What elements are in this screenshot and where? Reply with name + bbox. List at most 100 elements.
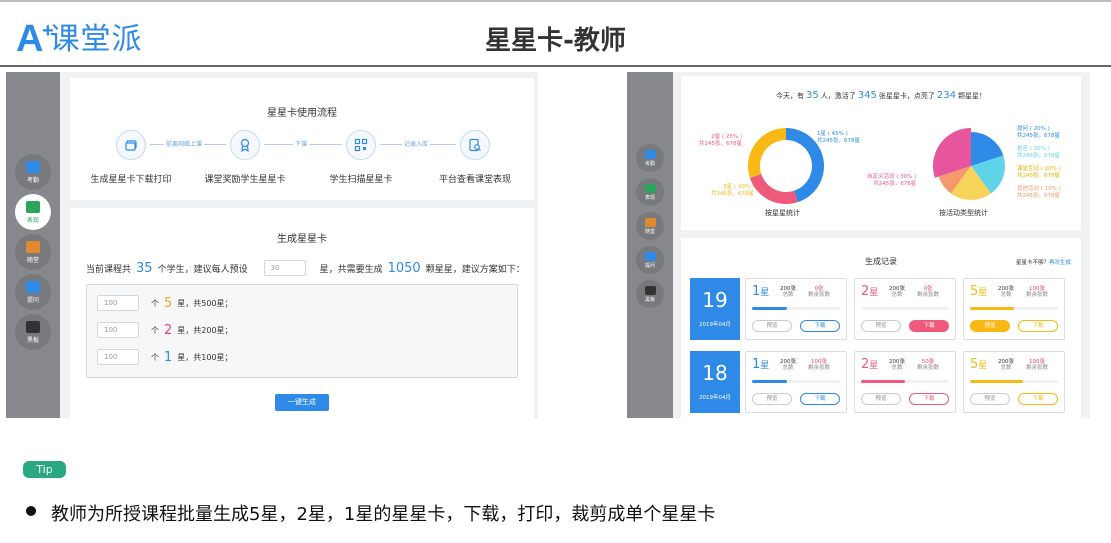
generate-title: 生成星星卡 xyxy=(277,234,327,245)
preview-button[interactable]: 预览 xyxy=(861,320,901,332)
flow-connector-label: 前离网络上课 xyxy=(164,139,205,148)
preview-button[interactable]: 预览 xyxy=(970,393,1010,405)
generate-card: 生成星星卡 当前课程共 35 个学生，建议每人预设 30 星，共需要生成 105… xyxy=(70,208,534,418)
download-button[interactable]: 下载 xyxy=(909,320,949,332)
stats-card: 今天，有 35 人，激活了 345 张星星卡，点亮了 234 颗星星！ 1星 ( 45% )… xyxy=(681,76,1081,230)
activity-chart-title: 按活动类型统计 xyxy=(939,209,988,217)
flow-connector-label: 记录入库 xyxy=(402,139,431,148)
star-level: 2 xyxy=(164,322,173,338)
star-level: 1星 xyxy=(752,284,770,299)
regenerate-link[interactable]: 再次生成 xyxy=(1049,260,1071,266)
tip-badge: Tip xyxy=(23,461,66,478)
plan-row: 100 个 5 星，共500星； xyxy=(97,295,233,311)
flow-step-label: 学生扫描星星卡 xyxy=(329,175,393,185)
pie-label-name: 2星 ( 25% ) xyxy=(711,134,742,140)
donut-hole xyxy=(760,140,812,192)
sidebar-item-question[interactable]: 提问 xyxy=(636,246,664,274)
sidebar-item-check[interactable]: 考勤 xyxy=(636,144,664,172)
preview-button[interactable]: 预览 xyxy=(970,320,1010,332)
star-level: 5星 xyxy=(970,357,988,372)
flow-step-label: 课堂奖励学生星星卡 xyxy=(204,175,286,185)
total-stars: 1050 xyxy=(387,260,421,276)
record-date: 18 2019年04月 xyxy=(690,351,740,413)
sidebar-item-question[interactable]: 提问 xyxy=(15,274,51,310)
pie-label: 1星 ( 45% ) 共245张，678星 xyxy=(817,131,860,145)
board-icon xyxy=(26,320,40,333)
per-student-stars-input[interactable]: 30 xyxy=(263,260,306,276)
card-count-input[interactable]: 100 xyxy=(97,295,139,311)
preview-button[interactable]: 预览 xyxy=(861,393,901,405)
stats-summary: 今天，有 35 人，激活了 345 张星星卡，点亮了 234 颗星星！ xyxy=(776,90,986,101)
right-screenshot: 考勤表现随堂提问黑板 今天，有 35 人，激活了 345 张星星卡，点亮了 234 颗星星！… xyxy=(627,72,1090,418)
page-title: 星星卡-教师 xyxy=(485,26,626,56)
question-icon xyxy=(26,280,40,293)
download-button[interactable]: 下载 xyxy=(909,393,949,405)
usage-progress xyxy=(861,380,949,383)
total-stat: 200张 总数 xyxy=(889,286,905,298)
download-button[interactable]: 下载 xyxy=(800,393,840,405)
plan-box: 100 个 5 星，共500星； 100 个 2 星，共200星； 100 个 1 星，共1… xyxy=(86,284,518,378)
report-search-icon xyxy=(460,130,490,160)
flow-step-label: 平台查看课堂表现 xyxy=(438,175,511,185)
pie-label-detail: 共245张，678星 xyxy=(1017,173,1060,179)
trophy-icon xyxy=(26,200,40,213)
sidebar-item-board[interactable]: 黑板 xyxy=(636,280,664,308)
preview-button[interactable]: 预览 xyxy=(752,320,792,332)
download-button[interactable]: 下载 xyxy=(1018,320,1058,332)
flow-step-label: 生成星星卡下载打印 xyxy=(90,175,172,185)
sidebar-item-board[interactable]: 黑板 xyxy=(15,314,51,350)
sidebar-item-label: 提问 xyxy=(26,296,39,304)
flow-title: 星星卡使用流程 xyxy=(267,108,337,119)
student-count: 35 xyxy=(136,260,153,276)
pie-label-name: 其他活动 ( 10% ) xyxy=(1017,186,1061,192)
trophy-icon xyxy=(644,183,656,193)
pie-label-detail: 共245张，678星 xyxy=(1017,193,1060,199)
sidebar-item-trophy[interactable]: 表现 xyxy=(15,194,51,230)
preview-button[interactable]: 预览 xyxy=(752,393,792,405)
pie-label-detail: 共245张，678星 xyxy=(1017,133,1060,139)
check-icon xyxy=(644,149,656,159)
sidebar-item-cake[interactable]: 随堂 xyxy=(636,212,664,240)
top-rule xyxy=(0,0,1111,2)
record-month: 2019年04月 xyxy=(699,322,731,328)
sidebar-item-label: 表现 xyxy=(644,194,655,201)
header-divider xyxy=(0,65,1111,67)
card-count-input[interactable]: 100 xyxy=(97,349,139,365)
total-stat: 200张 总数 xyxy=(998,359,1014,371)
sidebar-item-check[interactable]: 考勤 xyxy=(15,154,51,190)
flow-card: 星星卡使用流程 前离网络上课 下课 记录入库 生成星星卡下载打印 课堂奖励学生星… xyxy=(70,78,534,200)
award-icon xyxy=(230,130,260,160)
pie-label-detail: 共245张，678星 xyxy=(817,138,860,144)
sidebar-item-label: 黑板 xyxy=(26,336,39,344)
pie-label: 其他活动 ( 10% ) 共245张，678星 xyxy=(1017,186,1061,200)
regenerate-hint: 星星卡不够？再次生成 xyxy=(1015,260,1071,266)
generate-summary: 当前课程共 35 个学生，建议每人预设 30 星，共需要生成 1050 颗星星，… xyxy=(86,260,525,276)
record-day: 19 xyxy=(702,288,728,312)
bullet-dot xyxy=(26,506,36,516)
flow-connector-label: 下课 xyxy=(293,139,310,148)
star-level: 2星 xyxy=(861,357,879,372)
records-card: 生成记录 星星卡不够？再次生成 19 2019年04月 1星 200张 总数 0张 剩余张数… xyxy=(681,238,1081,418)
sidebar-item-label: 随堂 xyxy=(644,228,655,235)
star-level: 1星 xyxy=(752,357,770,372)
sidebar-item-label: 黑板 xyxy=(644,296,655,303)
download-button[interactable]: 下载 xyxy=(800,320,840,332)
sidebar-item-label: 考勤 xyxy=(644,160,655,167)
pie-label-name: 5星 ( 30% ) xyxy=(723,184,754,190)
star-level: 2星 xyxy=(861,284,879,299)
sidebar-item-cake[interactable]: 随堂 xyxy=(15,234,51,270)
note-text: 教师为所授课程批量生成5星，2星，1星的星星卡，下载，打印，裁剪成单个星星卡 xyxy=(51,504,716,525)
card-count-input[interactable]: 100 xyxy=(97,322,139,338)
pie-label: 提问 ( 20% ) 共245张，678星 xyxy=(1017,126,1060,140)
star-card-record: 1星 200张 总数 100张 剩余张数 预览 下载 xyxy=(745,351,847,413)
usage-progress xyxy=(752,307,840,310)
sidebar-item-trophy[interactable]: 表现 xyxy=(636,178,664,206)
star-level: 1 xyxy=(164,349,173,365)
cake-icon xyxy=(644,217,656,227)
pie-label-name: 自定义活动 ( 30% ) xyxy=(867,174,917,180)
generate-button[interactable]: 一键生成 xyxy=(275,394,329,411)
plan-row: 100 个 2 星，共200星； xyxy=(97,322,233,338)
download-button[interactable]: 下载 xyxy=(1018,393,1058,405)
left-screenshot: 考勤表现随堂提问黑板 星星卡使用流程 前离网络上课 下课 记录入库 生成星星卡下… xyxy=(6,72,538,418)
remain-stat: 0张 剩余张数 xyxy=(808,286,831,298)
